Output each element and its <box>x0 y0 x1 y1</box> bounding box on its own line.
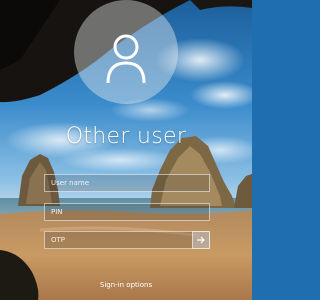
username-field-container <box>44 174 210 192</box>
user-display-name: Other user <box>65 124 187 149</box>
pin-input[interactable] <box>45 204 209 220</box>
sign-in-options-link[interactable]: Sign-in options <box>0 281 252 289</box>
arrow-right-icon <box>197 236 205 244</box>
sign-in-panel: Other user Sign-in options <box>0 0 252 300</box>
username-input[interactable] <box>45 175 209 191</box>
pin-field-container <box>44 203 210 221</box>
user-silhouette-icon <box>106 34 146 84</box>
user-avatar <box>74 0 178 104</box>
otp-input[interactable] <box>45 232 193 248</box>
otp-field-container <box>44 231 210 249</box>
submit-button[interactable] <box>192 231 210 249</box>
